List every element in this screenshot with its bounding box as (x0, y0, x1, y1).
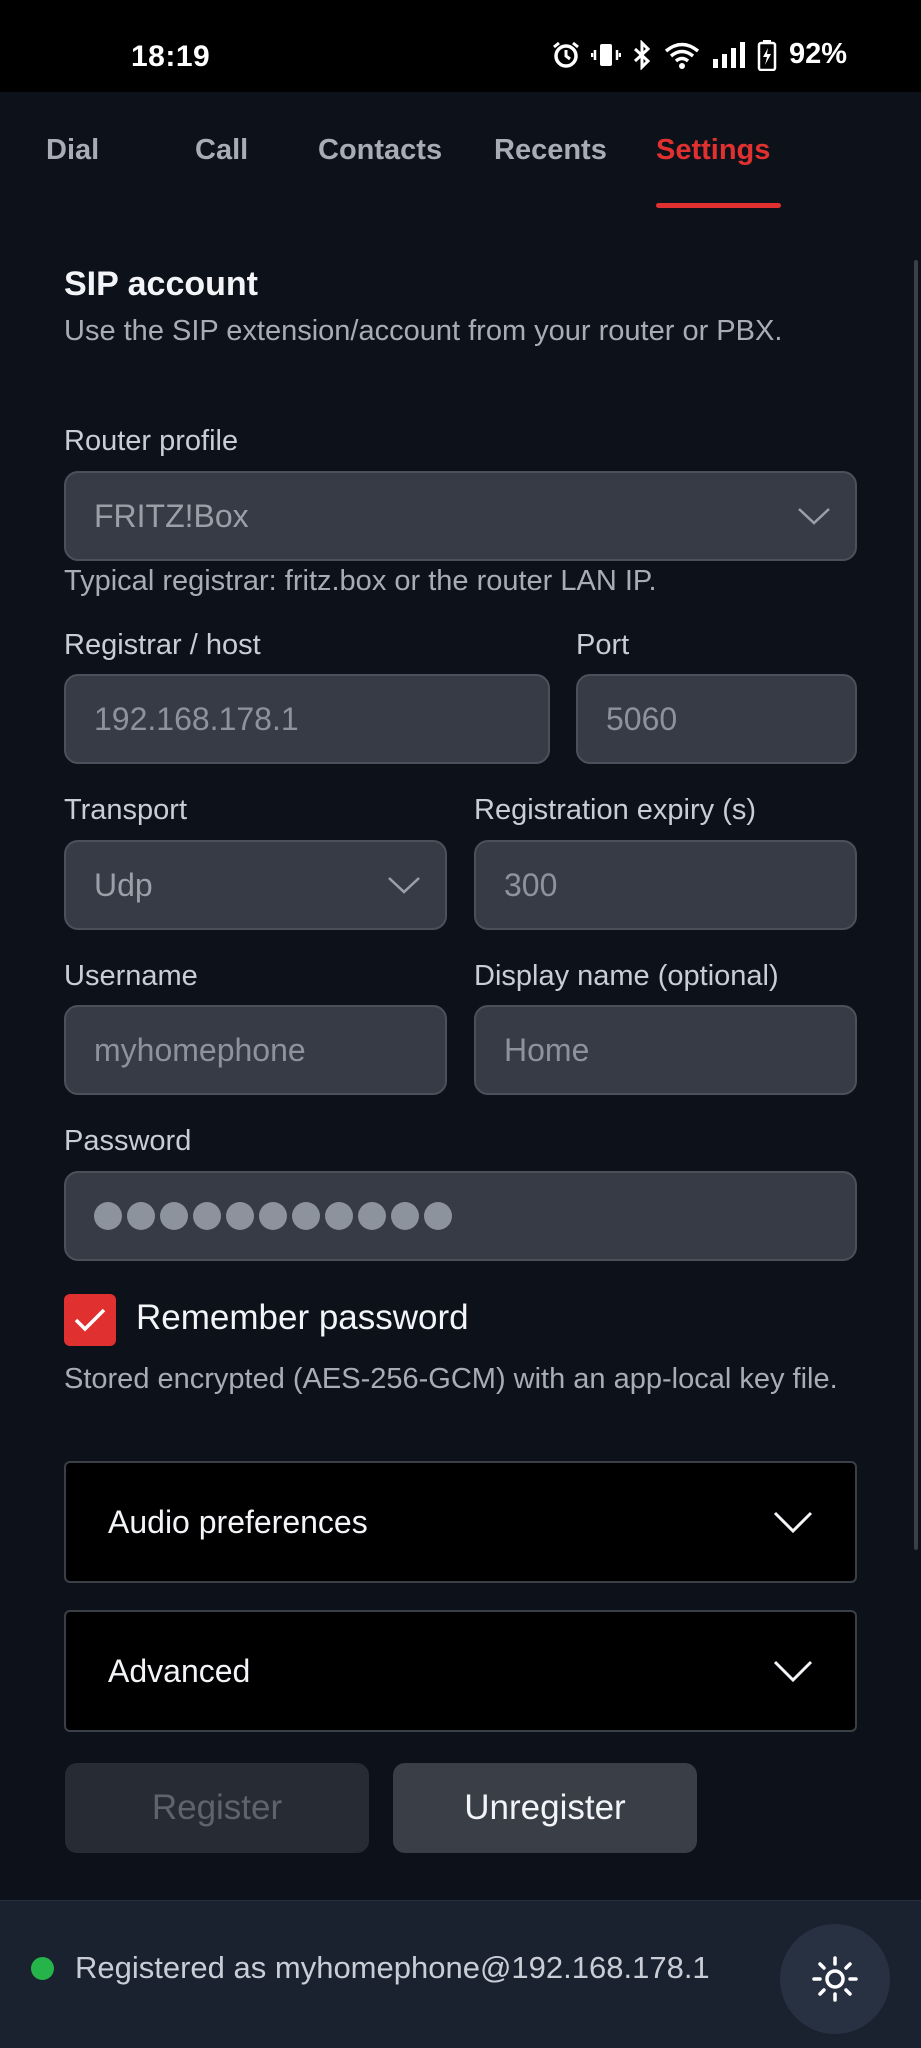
password-mask-dot (259, 1202, 287, 1230)
router-profile-value: FRITZ!Box (94, 497, 249, 534)
chevron-down-icon (798, 508, 830, 525)
sun-icon (812, 1956, 858, 2002)
port-label: Port (576, 629, 630, 661)
tab-contacts[interactable]: Contacts (318, 134, 442, 167)
scrollbar[interactable] (914, 260, 918, 1550)
alarm-icon (553, 41, 579, 68)
tab-bar: Dial Call Contacts Recents Settings (0, 92, 921, 210)
register-button[interactable]: Register (65, 1763, 369, 1853)
active-tab-indicator (656, 203, 781, 208)
password-mask-dot (94, 1202, 122, 1230)
password-mask-dot (292, 1202, 320, 1230)
chevron-down-icon (773, 1660, 813, 1683)
password-mask-dot (424, 1202, 452, 1230)
password-mask-dot (127, 1202, 155, 1230)
chevron-down-icon (388, 877, 420, 894)
wifi-icon (664, 42, 700, 69)
bluetooth-icon (633, 39, 651, 70)
password-mask-dot (358, 1202, 386, 1230)
registration-status-text: Registered as myhomephone@192.168.178.1 (75, 1950, 710, 1985)
registrar-placeholder: 192.168.178.1 (94, 700, 299, 737)
status-time: 18:19 (131, 40, 211, 73)
tab-recents[interactable]: Recents (494, 134, 607, 167)
password-mask (94, 1202, 452, 1230)
password-input[interactable] (64, 1171, 857, 1261)
vibrate-icon (590, 43, 621, 66)
tab-call[interactable]: Call (195, 134, 248, 167)
registrar-input[interactable]: 192.168.178.1 (64, 674, 550, 764)
audio-preferences-accordion[interactable]: Audio preferences (64, 1461, 857, 1583)
password-mask-dot (160, 1202, 188, 1230)
password-mask-dot (226, 1202, 254, 1230)
checkmark-icon (74, 1308, 106, 1332)
display-name-label: Display name (optional) (474, 960, 779, 992)
username-label: Username (64, 960, 198, 992)
router-profile-select[interactable]: FRITZ!Box (64, 471, 857, 561)
expiry-placeholder: 300 (504, 866, 558, 903)
port-placeholder: 5060 (606, 700, 678, 737)
display-name-input[interactable]: Home (474, 1005, 857, 1095)
remember-password-label[interactable]: Remember password (136, 1298, 469, 1338)
expiry-label: Registration expiry (s) (474, 794, 757, 826)
password-mask-dot (325, 1202, 353, 1230)
audio-preferences-label: Audio preferences (108, 1503, 368, 1540)
registration-status-dot (31, 1957, 54, 1980)
storage-note: Stored encrypted (AES-256-GCM) with an a… (64, 1363, 838, 1395)
status-bar: 18:19 92% (0, 0, 921, 92)
transport-label: Transport (64, 794, 188, 826)
chevron-down-icon (773, 1511, 813, 1534)
router-profile-label: Router profile (64, 425, 239, 457)
username-input[interactable]: myhomephone (64, 1005, 447, 1095)
status-icons: 92% (551, 38, 847, 71)
tab-settings[interactable]: Settings (656, 134, 770, 167)
unregister-button[interactable]: Unregister (393, 1763, 697, 1853)
password-label: Password (64, 1125, 192, 1157)
username-placeholder: myhomephone (94, 1031, 306, 1068)
password-mask-dot (193, 1202, 221, 1230)
transport-value: Udp (94, 866, 153, 903)
remember-password-checkbox[interactable] (64, 1294, 116, 1346)
signal-icon (712, 41, 745, 68)
tab-dial[interactable]: Dial (46, 134, 99, 167)
registrar-label: Registrar / host (64, 629, 261, 661)
port-input[interactable]: 5060 (576, 674, 857, 764)
router-profile-hint: Typical registrar: fritz.box or the rout… (64, 565, 657, 597)
advanced-accordion[interactable]: Advanced (64, 1610, 857, 1732)
theme-toggle-button[interactable] (780, 1924, 890, 2034)
battery-percent: 92% (788, 38, 847, 70)
transport-select[interactable]: Udp (64, 840, 447, 930)
expiry-input[interactable]: 300 (474, 840, 857, 930)
advanced-label: Advanced (108, 1652, 251, 1689)
display-name-placeholder: Home (504, 1031, 590, 1068)
section-description: Use the SIP extension/account from your … (64, 315, 783, 347)
password-mask-dot (391, 1202, 419, 1230)
section-title: SIP account (64, 265, 258, 303)
battery-icon (757, 39, 777, 71)
